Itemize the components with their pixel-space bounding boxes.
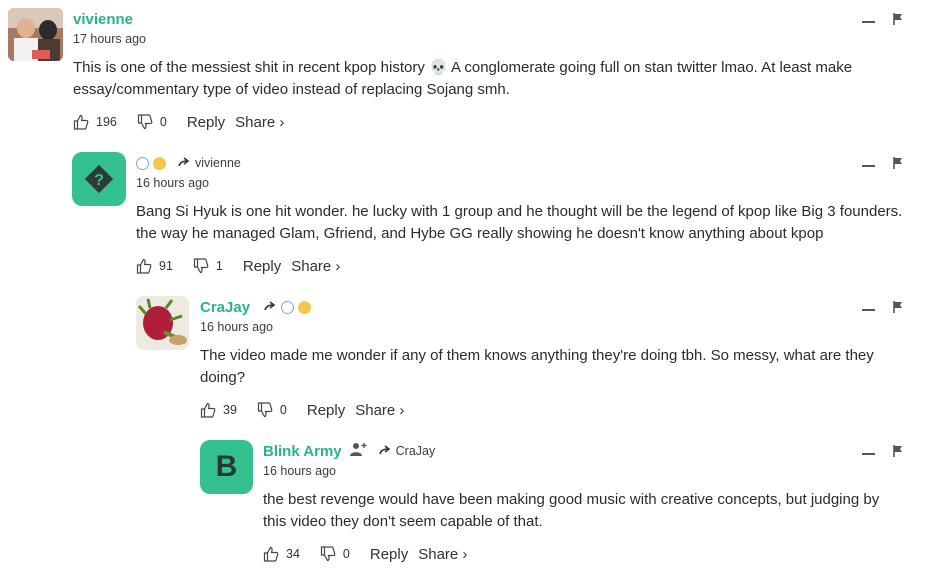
comment-controls: [862, 300, 903, 318]
thumbs-up-icon[interactable]: [263, 546, 279, 562]
thumbs-up-icon[interactable]: [136, 258, 152, 274]
reply-arrow-icon: [378, 442, 392, 460]
timestamp[interactable]: 17 hours ago: [73, 32, 903, 48]
comment-text: The video made me wonder if any of them …: [200, 347, 874, 386]
flag-icon[interactable]: [893, 156, 903, 174]
reply-to-user[interactable]: CraJay: [396, 444, 436, 458]
avatar-letter: B: [215, 450, 238, 483]
thumbs-up-icon[interactable]: [200, 402, 216, 418]
reply-button[interactable]: Reply: [187, 114, 225, 131]
dragonfruit-avatar: [136, 296, 189, 350]
timestamp[interactable]: 16 hours ago: [136, 176, 903, 192]
comment-text: the best revenge would have been making …: [263, 491, 880, 530]
minimize-icon[interactable]: [862, 309, 875, 311]
reply-button[interactable]: Reply: [243, 258, 281, 275]
reply-button[interactable]: Reply: [370, 546, 408, 563]
reply-button[interactable]: Reply: [307, 402, 345, 419]
comment-controls: [862, 444, 903, 462]
comment-controls: [862, 156, 903, 174]
avatar-anonymous[interactable]: ?: [72, 152, 126, 206]
dislike-count: 0: [159, 115, 167, 129]
reply-arrow-icon: [264, 298, 277, 316]
avatar-photo: [8, 8, 63, 61]
timestamp[interactable]: 16 hours ago: [200, 320, 903, 336]
dislike-count: 0: [342, 547, 350, 561]
comment-blink-army: B Blink Army CraJay 16 hours ago the bes…: [200, 440, 903, 570]
globe-badge-icon: [136, 156, 149, 170]
username[interactable]: CraJay: [200, 299, 250, 316]
flag-icon[interactable]: [893, 300, 903, 318]
share-button[interactable]: Share ›: [355, 402, 404, 419]
share-button[interactable]: Share ›: [235, 114, 284, 131]
username[interactable]: Blink Army: [263, 443, 342, 460]
thumbs-down-icon[interactable]: [257, 402, 273, 418]
like-count: 34: [286, 547, 300, 561]
thumbs-up-icon[interactable]: [73, 114, 89, 130]
comment-vivienne: vivienne 17 hours ago This is one of the…: [8, 8, 903, 138]
avatar-blink-army[interactable]: B: [200, 440, 253, 494]
minimize-icon[interactable]: [862, 453, 875, 455]
thumbs-down-icon[interactable]: [320, 546, 336, 562]
comment-text: This is one of the messiest shit in rece…: [73, 59, 853, 98]
reply-to-user[interactable]: vivienne: [195, 156, 241, 170]
comment-crajay: CraJay 16 hours ago The video made me wo…: [136, 296, 903, 426]
avatar-crajay[interactable]: [136, 296, 189, 350]
add-user-icon: [349, 442, 367, 461]
flag-icon[interactable]: [893, 444, 903, 462]
minimize-icon[interactable]: [862, 165, 875, 167]
comment-text: Bang Si Hyuk is one hit wonder. he lucky…: [136, 203, 903, 242]
thumbs-down-icon[interactable]: [137, 114, 153, 130]
comment-reply-1: ? vivienne 16 hours ago Bang Si Hyuk is …: [72, 152, 903, 282]
svg-text:?: ?: [94, 172, 104, 189]
thumbs-down-icon[interactable]: [193, 258, 209, 274]
like-count: 91: [159, 259, 173, 273]
globe-badge-icon: [281, 300, 295, 314]
dislike-count: 0: [279, 403, 287, 417]
avatar-vivienne[interactable]: [8, 8, 63, 61]
comment-controls: [862, 12, 903, 30]
question-diamond-icon: ?: [84, 164, 114, 194]
sun-badge-icon: [298, 300, 312, 314]
flag-icon[interactable]: [893, 12, 903, 30]
dislike-count: 1: [215, 259, 223, 273]
timestamp[interactable]: 16 hours ago: [263, 464, 903, 480]
share-button[interactable]: Share ›: [418, 546, 467, 563]
share-button[interactable]: Share ›: [291, 258, 340, 275]
like-count: 39: [223, 403, 237, 417]
sun-badge-icon: [153, 156, 166, 170]
like-count: 196: [96, 115, 117, 129]
reply-arrow-icon: [178, 154, 191, 172]
username[interactable]: vivienne: [73, 11, 133, 28]
minimize-icon[interactable]: [862, 21, 875, 23]
